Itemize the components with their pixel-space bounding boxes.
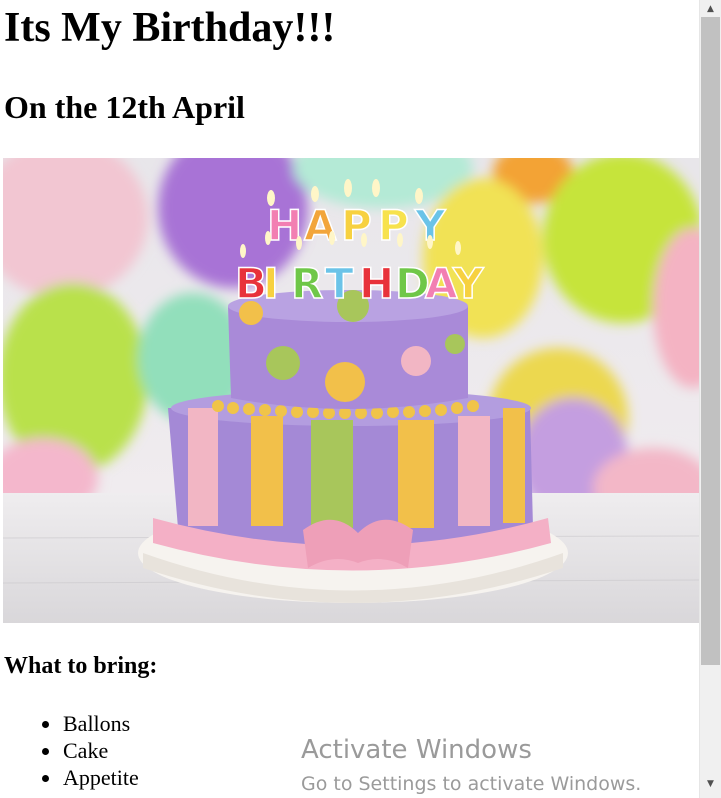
- bring-heading: What to bring:: [4, 653, 158, 679]
- candle-birthday: B I R T H D A Y: [234, 258, 485, 309]
- scrollbar-thumb[interactable]: [701, 17, 720, 665]
- page-subtitle: On the 12th April: [4, 89, 245, 125]
- birthday-cake-image: H A P P Y B I R T H D A Y: [3, 158, 699, 623]
- list-item: Cake: [0, 737, 139, 764]
- svg-text:P: P: [341, 201, 372, 250]
- bring-list: Ballons Cake Appetite: [0, 710, 139, 791]
- svg-text:R: R: [291, 259, 323, 308]
- list-item: Appetite: [0, 764, 139, 791]
- vertical-scrollbar[interactable]: ▲ ▼: [699, 0, 721, 798]
- page-title: Its My Birthday!!!: [4, 5, 336, 51]
- page-content: Its My Birthday!!! On the 12th April H A…: [0, 0, 699, 798]
- svg-text:T: T: [325, 259, 354, 308]
- scroll-up-icon[interactable]: ▲: [700, 0, 721, 17]
- list-item: Ballons: [0, 710, 139, 737]
- svg-text:H: H: [359, 259, 394, 308]
- svg-text:Y: Y: [452, 259, 484, 308]
- scroll-down-icon[interactable]: ▼: [700, 775, 721, 792]
- svg-text:I: I: [263, 259, 279, 308]
- svg-text:P: P: [378, 201, 409, 250]
- candle-happy: H A P P Y: [266, 200, 447, 251]
